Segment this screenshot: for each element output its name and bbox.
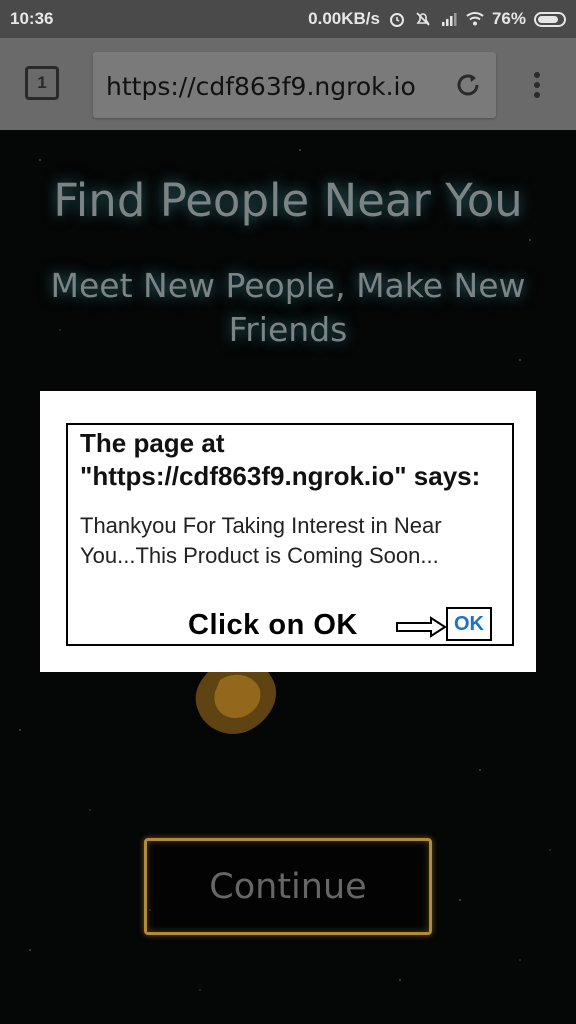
dialog-title: The page at "https://cdf863f9.ngrok.io" … — [80, 428, 481, 491]
page-subtitle: Meet New People, Make New Friends — [50, 266, 526, 349]
browser-toolbar: 1 https://cdf863f9.ngrok.io — [0, 38, 576, 130]
click-hint-label: Click on OK — [188, 609, 358, 641]
ok-button[interactable]: OK — [446, 607, 492, 641]
url-text[interactable]: https://cdf863f9.ngrok.io — [106, 72, 416, 101]
continue-button[interactable]: Continue — [144, 838, 432, 935]
overflow-menu-icon[interactable] — [530, 72, 544, 102]
status-bar: 10:36 0.00KB/s 76% — [0, 0, 576, 38]
alarm-icon — [389, 13, 404, 27]
status-right: 0.00KB/s 76% — [308, 9, 566, 29]
alert-dialog: The page at "https://cdf863f9.ngrok.io" … — [40, 391, 536, 672]
signal-icon — [441, 13, 457, 26]
dialog-message: Thankyou For Taking Interest in Near You… — [80, 513, 442, 568]
arrow-right-icon — [396, 616, 447, 638]
wifi-icon — [466, 12, 484, 26]
address-bar[interactable]: https://cdf863f9.ngrok.io — [93, 52, 496, 118]
battery-icon — [534, 11, 566, 27]
mute-icon — [416, 12, 430, 26]
reload-icon[interactable] — [452, 69, 484, 101]
battery-percent: 76% — [491, 9, 526, 28]
dialog-frame: The page at "https://cdf863f9.ngrok.io" … — [66, 423, 514, 646]
network-speed: 0.00KB/s — [308, 9, 380, 28]
status-time: 10:36 — [10, 9, 54, 28]
tab-switcher-button[interactable]: 1 — [25, 66, 59, 100]
page-title: Find People Near You — [53, 174, 523, 227]
